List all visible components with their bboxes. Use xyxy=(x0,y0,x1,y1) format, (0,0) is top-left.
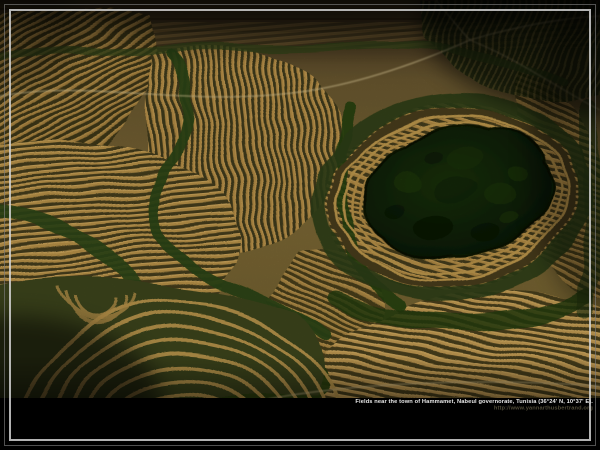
desktop-wallpaper: Fields near the town of Hammamet, Nabeul… xyxy=(0,0,600,450)
grain-overlay xyxy=(0,0,600,399)
aerial-photo-illustration xyxy=(0,0,600,399)
caption-url: http://www.yannarthusbertrand.org xyxy=(355,405,593,412)
photo-caption: Fields near the town of Hammamet, Nabeul… xyxy=(197,398,593,420)
aerial-photo xyxy=(0,0,600,399)
